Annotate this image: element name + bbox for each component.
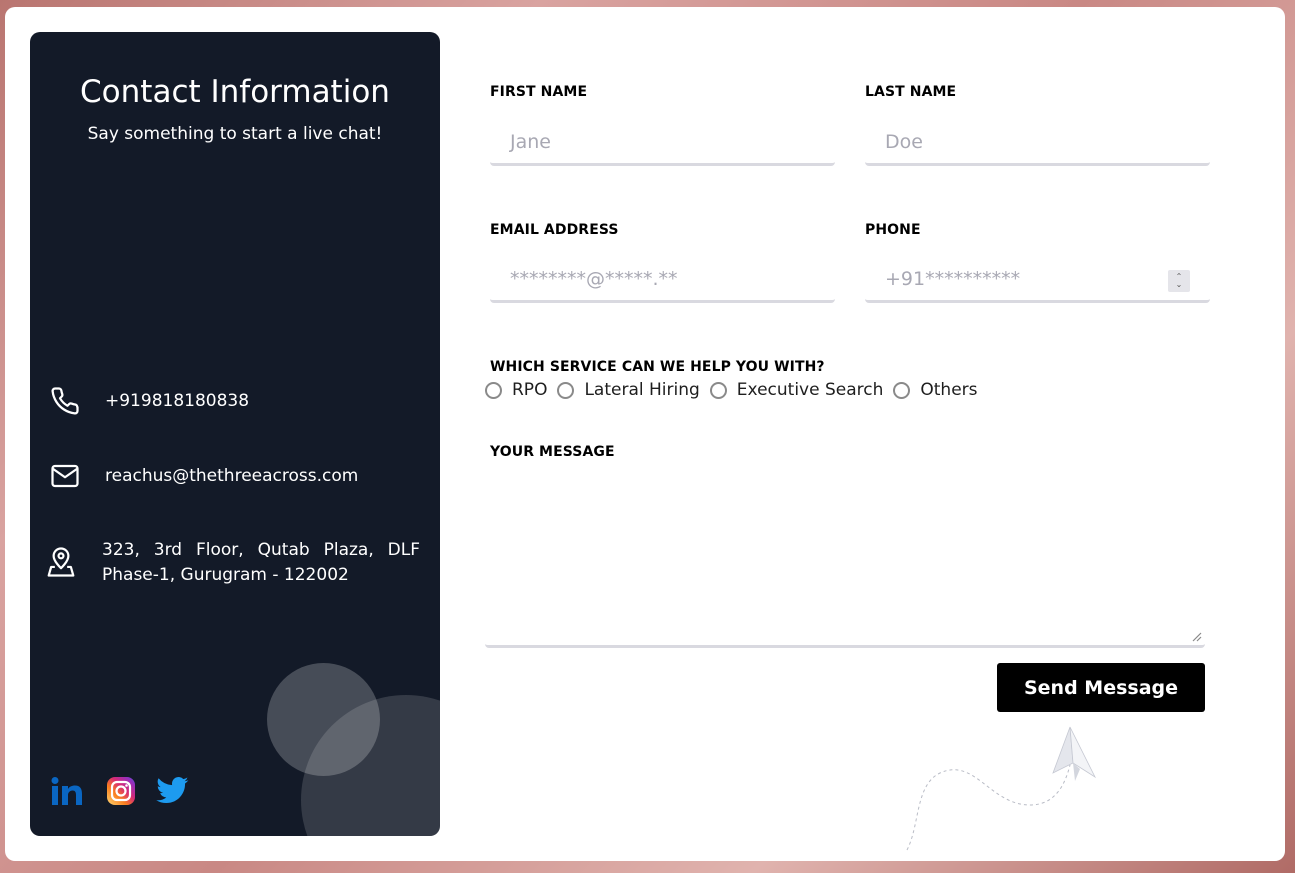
contact-info-title: Contact Information bbox=[80, 74, 390, 110]
email-address[interactable]: reachus@thethreeacross.com bbox=[105, 466, 358, 486]
phone-input[interactable]: +91********** ⌃ ⌄ bbox=[865, 257, 1210, 303]
mail-icon bbox=[50, 461, 80, 491]
radio-circle[interactable] bbox=[893, 381, 911, 399]
first-name-input[interactable]: Jane bbox=[490, 120, 835, 166]
radio-label: Lateral Hiring bbox=[584, 380, 700, 400]
service-label: WHICH SERVICE CAN WE HELP YOU WITH? bbox=[490, 359, 825, 375]
address-text: 323, 3rd Floor, Qutab Plaza, DLF Phase-1… bbox=[102, 540, 420, 585]
message-textarea[interactable] bbox=[485, 465, 1205, 648]
linkedin-icon[interactable] bbox=[51, 774, 85, 808]
radio-circle[interactable] bbox=[557, 381, 575, 399]
email-row: reachus@thethreeacross.com bbox=[50, 461, 358, 491]
email-placeholder: ********@*****.** bbox=[510, 267, 678, 290]
first-name-label: FIRST NAME bbox=[490, 84, 588, 100]
phone-number[interactable]: +919818180838 bbox=[105, 391, 249, 411]
radio-others[interactable]: Others bbox=[893, 380, 978, 400]
message-label: YOUR MESSAGE bbox=[490, 444, 615, 460]
radio-lateral-hiring[interactable]: Lateral Hiring bbox=[557, 380, 700, 400]
phone-placeholder: +91********** bbox=[885, 267, 1021, 290]
radio-label: Executive Search bbox=[736, 380, 884, 400]
twitter-icon[interactable] bbox=[156, 774, 190, 808]
radio-rpo[interactable]: RPO bbox=[485, 380, 547, 400]
radio-circle[interactable] bbox=[709, 381, 727, 399]
chevron-down-icon[interactable]: ⌄ bbox=[1176, 281, 1183, 289]
email-input[interactable]: ********@*****.** bbox=[490, 257, 835, 303]
radio-label: RPO bbox=[512, 380, 548, 400]
last-name-placeholder: Doe bbox=[885, 130, 923, 153]
last-name-input[interactable]: Doe bbox=[865, 120, 1210, 166]
service-radio-group: RPO Lateral Hiring Executive Search Othe… bbox=[485, 380, 988, 400]
resize-handle-icon[interactable] bbox=[1190, 630, 1202, 642]
radio-executive-search[interactable]: Executive Search bbox=[709, 380, 884, 400]
phone-label: PHONE bbox=[865, 222, 921, 238]
contact-info-panel: Contact Information Say something to sta… bbox=[30, 32, 440, 836]
last-name-label: LAST NAME bbox=[865, 84, 957, 100]
paper-plane-icon bbox=[906, 726, 1097, 851]
phone-row: +919818180838 bbox=[50, 386, 249, 416]
contact-info-subtitle: Say something to start a live chat! bbox=[87, 124, 383, 144]
radio-label: Others bbox=[920, 380, 978, 400]
number-stepper[interactable]: ⌃ ⌄ bbox=[1168, 270, 1190, 292]
instagram-icon[interactable] bbox=[104, 774, 138, 808]
email-label: EMAIL ADDRESS bbox=[490, 222, 619, 238]
location-pin-icon bbox=[46, 546, 76, 578]
send-message-button[interactable]: Send Message bbox=[997, 663, 1205, 712]
first-name-placeholder: Jane bbox=[510, 130, 551, 153]
radio-circle[interactable] bbox=[485, 381, 502, 399]
phone-icon bbox=[50, 386, 80, 416]
